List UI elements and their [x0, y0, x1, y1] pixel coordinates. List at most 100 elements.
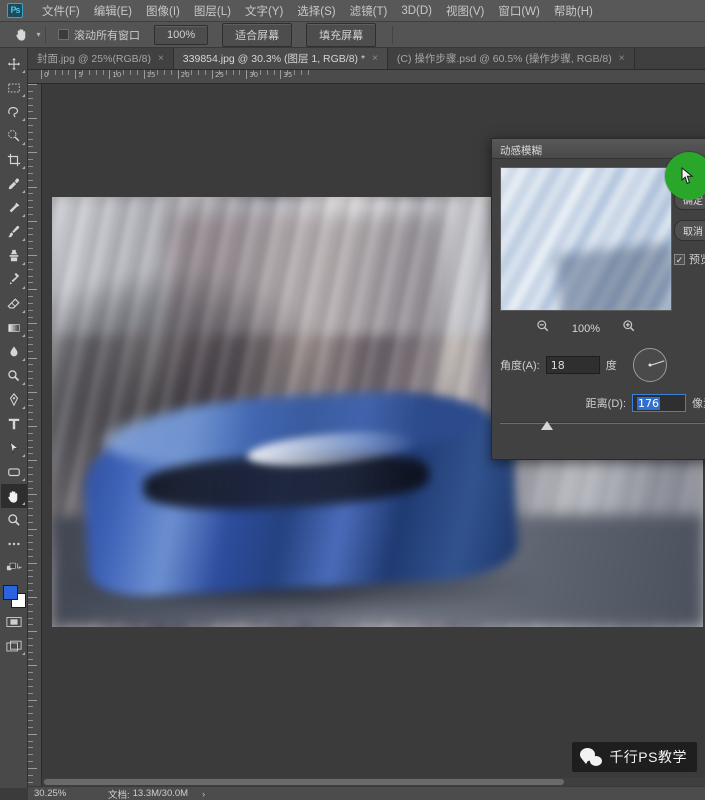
edit-toolbar-more-icon[interactable]	[1, 532, 27, 556]
ruler-tick	[28, 337, 33, 339]
menu-item-window[interactable]: 窗口(W)	[491, 1, 547, 21]
close-icon[interactable]: ×	[619, 53, 625, 64]
ruler-tick	[28, 651, 33, 653]
zoom-out-icon[interactable]	[536, 319, 550, 338]
status-zoom-level[interactable]: 30.25%	[28, 788, 108, 799]
menu-item-edit[interactable]: 编辑(E)	[87, 1, 139, 21]
status-expand-arrow-icon[interactable]: ›	[202, 789, 205, 799]
ruler-tick	[28, 220, 37, 222]
zoom-in-icon[interactable]	[622, 319, 636, 338]
ruler-tick	[28, 268, 33, 270]
ruler-tick	[287, 70, 289, 75]
tool-preset-chevron-down-icon[interactable]: ▾	[32, 25, 46, 44]
screen-mode-icon[interactable]	[1, 634, 27, 658]
pen-tool[interactable]	[1, 388, 27, 412]
ruler-tick	[28, 302, 33, 304]
horizontal-ruler[interactable]: 0 5 10 15 20 25 30 35	[28, 70, 705, 84]
angle-input[interactable]: 18	[545, 356, 600, 374]
dodge-tool[interactable]	[1, 364, 27, 388]
distance-label: 距离(D):	[585, 398, 626, 410]
ruler-tick	[28, 398, 33, 400]
options-bar: ▾ 滚动所有窗口 100% 适合屏幕 填充屏幕	[0, 22, 705, 48]
watermark: 千行PS教学	[572, 742, 697, 772]
clone-stamp-tool[interactable]	[1, 244, 27, 268]
fill-screen-button[interactable]: 填充屏幕	[306, 22, 377, 47]
lasso-tool[interactable]	[1, 100, 27, 124]
ruler-tick	[28, 514, 33, 516]
quick-mask-icon[interactable]	[1, 610, 27, 634]
quick-selection-tool[interactable]	[1, 124, 27, 148]
preview-zoom-controls: 100%	[500, 319, 672, 338]
fit-screen-button[interactable]: 适合屏幕	[222, 22, 293, 47]
menu-item-filter[interactable]: 滤镜(T)	[343, 1, 395, 21]
ruler-tick	[47, 70, 49, 75]
ruler-tick	[28, 754, 33, 756]
menu-item-image[interactable]: 图像(I)	[139, 1, 187, 21]
ruler-tick	[28, 97, 33, 99]
ruler-tick	[28, 316, 33, 318]
default-colors-icon[interactable]	[1, 556, 27, 580]
close-icon[interactable]: ×	[372, 53, 378, 64]
vertical-ruler[interactable]	[28, 84, 42, 786]
move-tool[interactable]	[1, 52, 27, 76]
type-tool[interactable]	[1, 412, 27, 436]
distance-input[interactable]: 176	[632, 394, 686, 412]
ruler-tick	[28, 747, 33, 749]
cancel-button[interactable]: 取消	[674, 220, 705, 241]
menu-item-3d[interactable]: 3D(D)	[394, 3, 439, 19]
menu-item-layer[interactable]: 图层(L)	[187, 1, 238, 21]
status-doc-value: 13.3M/30.0M	[132, 788, 189, 799]
angle-dial[interactable]	[632, 348, 667, 382]
ruler-tick	[28, 781, 33, 783]
color-swatches[interactable]	[1, 584, 27, 610]
scroll-all-windows-checkbox[interactable]: 滚动所有窗口	[58, 27, 140, 43]
hand-tool-icon[interactable]	[10, 25, 32, 45]
foreground-color-swatch[interactable]	[2, 585, 18, 600]
tab-cover-jpg[interactable]: 封面.jpg @ 25%(RGB/8) ×	[28, 48, 174, 69]
path-selection-tool[interactable]	[1, 436, 27, 460]
close-icon[interactable]: ×	[158, 53, 164, 64]
eyedropper-tool[interactable]	[1, 172, 27, 196]
distance-slider[interactable]	[500, 418, 705, 432]
ruler-tick	[28, 576, 33, 578]
tab-339854-jpg[interactable]: 339854.jpg @ 30.3% (图层 1, RGB/8) * ×	[173, 48, 388, 69]
crop-tool[interactable]	[1, 148, 27, 172]
hand-tool[interactable]	[0, 484, 27, 508]
ruler-tick	[28, 487, 33, 489]
distance-slider-thumb[interactable]	[541, 421, 554, 430]
history-brush-tool[interactable]	[1, 268, 27, 292]
distance-unit: 像素	[692, 398, 705, 410]
rectangular-marquee-tool[interactable]	[1, 76, 27, 100]
tab-label: 339854.jpg @ 30.3% (图层 1, RGB/8) *	[182, 53, 366, 65]
scroll-all-windows-box[interactable]	[58, 29, 69, 40]
dialog-preview-thumbnail[interactable]	[500, 167, 672, 311]
zoom-tool[interactable]	[1, 508, 27, 532]
menu-item-file[interactable]: 文件(F)	[35, 1, 87, 21]
eraser-tool[interactable]	[1, 292, 27, 316]
blur-tool[interactable]	[1, 340, 27, 364]
ruler-tick	[28, 371, 33, 373]
ruler-tick	[28, 159, 33, 161]
preview-checkbox[interactable]: ✓ 预览	[674, 251, 705, 267]
tools-panel	[0, 48, 28, 788]
menu-item-view[interactable]: 视图(V)	[439, 1, 491, 21]
photoshop-window: Ps 文件(F) 编辑(E) 图像(I) 图层(L) 文字(Y) 选择(S) 滤…	[0, 0, 705, 800]
menu-item-help[interactable]: 帮助(H)	[547, 1, 600, 21]
rectangle-shape-tool[interactable]	[1, 460, 27, 484]
ruler-tick	[28, 453, 33, 455]
horizontal-scrollbar[interactable]	[42, 778, 705, 786]
brush-tool[interactable]	[1, 220, 27, 244]
ruler-tick	[259, 70, 261, 75]
preview-checkbox-box[interactable]: ✓	[674, 253, 685, 265]
zoom-100-button[interactable]: 100%	[154, 24, 209, 45]
ruler-tick	[212, 70, 213, 79]
tab-steps-psd[interactable]: (C) 操作步骤.psd @ 60.5% (操作步骤, RGB/8) ×	[387, 48, 635, 69]
menu-item-select[interactable]: 选择(S)	[290, 1, 342, 21]
ruler-tick	[28, 542, 33, 544]
ruler-tick	[28, 255, 37, 256]
ruler-tick	[28, 111, 33, 113]
menu-item-type[interactable]: 文字(Y)	[238, 1, 290, 21]
gradient-tool[interactable]	[1, 316, 27, 340]
horizontal-scrollbar-thumb[interactable]	[44, 779, 564, 785]
spot-healing-brush-tool[interactable]	[1, 196, 27, 220]
